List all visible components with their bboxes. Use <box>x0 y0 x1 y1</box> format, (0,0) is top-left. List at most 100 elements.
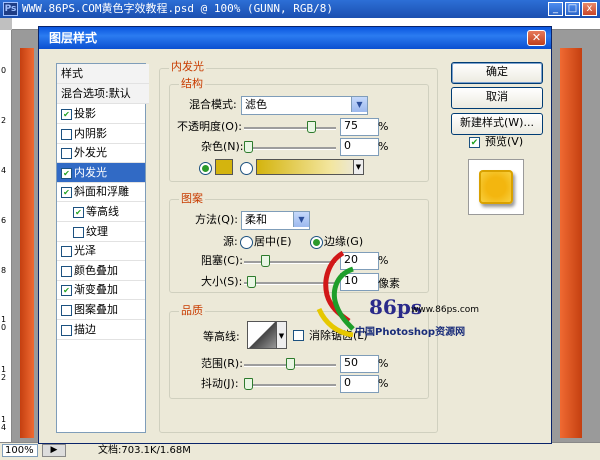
noise-slider-track[interactable] <box>244 147 336 150</box>
style-item[interactable]: ✔ 内发光 <box>57 162 145 183</box>
style-item-checkbox[interactable]: ✔ <box>73 207 84 218</box>
ruler-mark: 1 4 <box>1 415 7 432</box>
opacity-percent: % <box>378 120 389 133</box>
ruler-mark: 1 0 <box>1 315 7 332</box>
style-item-label: 斜面和浮雕 <box>74 185 129 199</box>
style-item[interactable]: ✔ 等高线 <box>57 202 145 222</box>
style-item-checkbox[interactable]: ✔ <box>61 285 72 297</box>
ok-button[interactable]: 确定 <box>451 62 543 84</box>
range-input[interactable]: 50 <box>340 355 379 373</box>
new-style-button[interactable]: 新建样式(W)... <box>451 113 543 135</box>
style-item[interactable]: 纹理 <box>57 222 145 242</box>
style-item-label: 内发光 <box>74 165 107 179</box>
opacity-slider-thumb[interactable] <box>307 121 316 133</box>
cancel-button[interactable]: 取消 <box>451 87 543 109</box>
style-item-checkbox[interactable] <box>61 148 72 160</box>
gradient-dropdown-icon[interactable]: ▼ <box>353 159 364 175</box>
canvas-image <box>560 48 582 438</box>
style-item-label: 等高线 <box>86 205 119 218</box>
watermark-url: www.86ps.com <box>411 305 480 315</box>
style-item[interactable]: 光泽 <box>57 241 145 262</box>
photoshop-icon: Ps <box>3 2 18 16</box>
structure-title: 结构 <box>179 77 205 90</box>
size-slider-thumb[interactable] <box>247 276 257 288</box>
chevron-down-icon: ▼ <box>293 212 309 227</box>
zoom-field[interactable]: 100% <box>2 444 38 457</box>
dialog-close-button[interactable]: ✕ <box>527 30 546 46</box>
style-item-label: 外发光 <box>74 146 107 160</box>
style-item-checkbox[interactable] <box>61 128 72 140</box>
style-item[interactable]: 描边 <box>57 320 145 340</box>
choke-slider-thumb[interactable] <box>260 255 270 267</box>
document-title: WWW.86PS.COM黄色字效教程.psd @ 100% (GUNN, RGB… <box>22 2 334 15</box>
jitter-slider-thumb[interactable] <box>244 378 253 390</box>
style-item-label: 光泽 <box>74 244 96 258</box>
close-icon[interactable]: x <box>582 2 597 16</box>
minimize-icon[interactable]: _ <box>548 2 563 16</box>
quality-title: 品质 <box>179 304 205 317</box>
gradient-radio[interactable] <box>240 162 253 175</box>
jitter-input[interactable]: 0 <box>340 375 379 393</box>
noise-percent: % <box>378 140 389 153</box>
preview-checkbox[interactable]: ✔ <box>469 137 480 148</box>
size-label: 大小(S): <box>201 275 243 288</box>
style-item-checkbox[interactable] <box>61 305 72 316</box>
blend-mode-select[interactable]: 滤色 ▼ <box>241 96 368 115</box>
watermark-logo-graphic <box>313 249 357 338</box>
jitter-percent: % <box>378 377 389 390</box>
style-item-checkbox[interactable] <box>61 324 72 336</box>
style-preview-swatch <box>479 170 513 204</box>
noise-input[interactable]: 0 <box>340 138 379 156</box>
style-item[interactable]: ✔ 投影 <box>57 104 145 124</box>
style-item[interactable]: ✔ 渐变叠加 <box>57 280 145 301</box>
style-item[interactable]: 外发光 <box>57 143 145 164</box>
source-edge-radio[interactable] <box>310 236 323 249</box>
style-item-checkbox[interactable] <box>73 226 84 238</box>
style-item-label: 内阴影 <box>74 126 107 140</box>
style-list: 样式 混合选项:默认 ✔ 投影 内阴影 外发光 ✔ 内发光 ✔ 斜面和浮雕 ✔ 等高线 纹理 光泽 颜色… <box>56 63 149 433</box>
maximize-icon[interactable]: □ <box>565 2 580 16</box>
style-item-checkbox[interactable] <box>61 265 72 277</box>
elements-title: 图案 <box>179 192 205 205</box>
range-slider-thumb[interactable] <box>286 358 295 370</box>
status-bar <box>0 442 600 460</box>
gradient-swatch[interactable] <box>256 159 364 175</box>
source-label: 源: <box>223 235 238 248</box>
source-edge-label[interactable]: 边缘(G) <box>324 235 363 249</box>
antialias-checkbox[interactable] <box>293 330 304 341</box>
style-item[interactable]: 颜色叠加 <box>57 261 145 281</box>
watermark-caption: 中国Photoshop资源网 <box>355 327 466 338</box>
style-item[interactable]: ✔ 斜面和浮雕 <box>57 182 145 203</box>
dialog-title: 图层样式 <box>39 27 551 49</box>
color-radio[interactable] <box>199 162 212 175</box>
opacity-input[interactable]: 75 <box>340 118 379 136</box>
ruler-mark: 6 <box>1 216 7 225</box>
preview-label[interactable]: 预览(V) <box>485 135 523 149</box>
style-item[interactable]: 内阴影 <box>57 124 145 144</box>
contour-dropdown-icon[interactable]: ▼ <box>277 321 287 349</box>
status-menu-icon[interactable]: ▶ <box>42 444 66 457</box>
ruler-mark: 0 <box>1 66 7 75</box>
style-item[interactable]: 图案叠加 <box>57 300 145 320</box>
ruler-mark: 8 <box>1 266 7 275</box>
document-title-bar: WWW.86PS.COM黄色字效教程.psd @ 100% (GUNN, RGB… <box>0 0 600 18</box>
choke-percent: % <box>378 254 389 267</box>
style-item-checkbox[interactable] <box>61 246 72 258</box>
style-item-checkbox[interactable]: ✔ <box>61 167 72 179</box>
source-center-label[interactable]: 居中(E) <box>254 235 292 249</box>
blend-mode-value: 滤色 <box>245 98 267 111</box>
jitter-slider-track[interactable] <box>244 384 336 387</box>
ruler-mark: 4 <box>1 166 7 175</box>
contour-preview[interactable] <box>247 321 277 349</box>
glow-color-swatch[interactable] <box>215 159 233 175</box>
noise-label: 杂色(N): <box>201 140 244 153</box>
opacity-slider-track[interactable] <box>244 127 336 130</box>
blend-options-item[interactable]: 混合选项:默认 <box>57 84 149 104</box>
noise-slider-thumb[interactable] <box>244 141 253 153</box>
method-select[interactable]: 柔和 ▼ <box>241 211 310 230</box>
method-value: 柔和 <box>245 213 267 226</box>
source-center-radio[interactable] <box>240 236 253 249</box>
style-list-header[interactable]: 样式 <box>57 64 149 84</box>
style-item-checkbox[interactable]: ✔ <box>61 187 72 199</box>
style-item-checkbox[interactable]: ✔ <box>61 109 72 120</box>
